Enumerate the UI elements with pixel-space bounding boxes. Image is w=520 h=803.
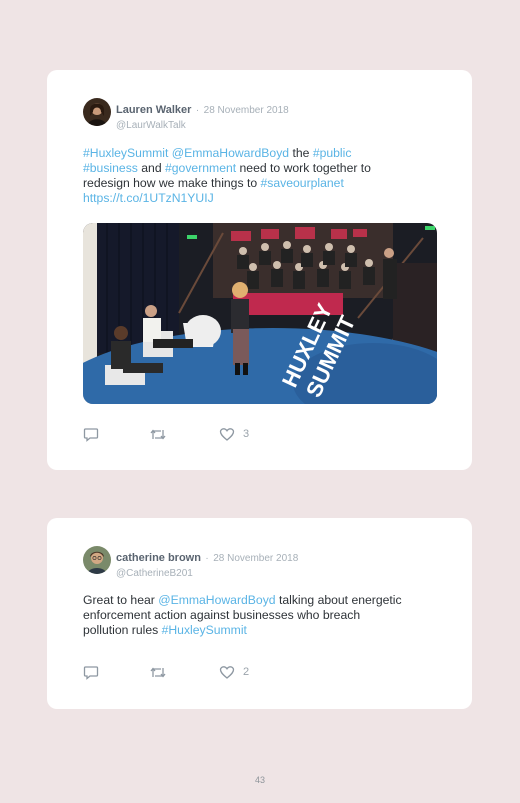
tweet-card: catherine brown · 28 November 2018 @Cath… [47, 518, 472, 709]
retweet-button[interactable] [149, 664, 167, 680]
hashtag-link[interactable]: #public [313, 146, 352, 160]
heart-icon [219, 427, 235, 442]
heart-icon [219, 665, 235, 680]
retweet-icon [149, 665, 167, 680]
author-handle[interactable]: @LaurWalkTalk [116, 120, 289, 131]
hashtag-link[interactable]: #government [165, 161, 236, 175]
text-span: redesign how we make things to [83, 176, 261, 190]
retweet-button[interactable] [149, 426, 167, 442]
hashtag-link[interactable]: #business [83, 161, 138, 175]
text-span: pollution rules [83, 623, 162, 637]
text-span: Great to hear [83, 593, 159, 607]
text-span: talking about energetic [275, 593, 402, 607]
like-count: 3 [243, 428, 250, 440]
page-number: 43 [254, 775, 265, 785]
hashtag-link[interactable]: #HuxleySummit @EmmaHowardBoyd [83, 146, 289, 160]
author-name[interactable]: catherine brown [116, 552, 201, 564]
url-link[interactable]: https://t.co/1UTzN1YUIJ [83, 191, 214, 205]
hashtag-link[interactable]: #HuxleySummit [162, 623, 247, 637]
tweet-photo[interactable]: HUXLEY SUMMIT [83, 223, 437, 404]
text-span: enforcement action against businesses wh… [83, 608, 361, 622]
tweet-text: #HuxleySummit @EmmaHowardBoyd the #publi… [83, 146, 443, 206]
tweet-date[interactable]: 28 November 2018 [204, 105, 289, 116]
tweet-date[interactable]: 28 November 2018 [213, 553, 298, 564]
mention-link[interactable]: @EmmaHowardBoyd [158, 593, 275, 607]
tweet-card: Lauren Walker · 28 November 2018 @LaurWa… [47, 70, 472, 470]
like-button[interactable]: 2 [219, 664, 249, 680]
separator: · [195, 105, 200, 116]
hashtag-link[interactable]: #saveourplanet [261, 176, 344, 190]
tweet-actions: 2 [83, 664, 443, 680]
avatar[interactable] [83, 98, 111, 126]
text-span: need to work together to [236, 161, 371, 175]
reply-icon [83, 665, 99, 680]
reply-button[interactable] [83, 664, 99, 680]
avatar[interactable] [83, 546, 111, 574]
author-name[interactable]: Lauren Walker [116, 104, 191, 116]
reply-button[interactable] [83, 426, 99, 442]
text-span: the [289, 146, 313, 160]
tweet-actions: 3 [83, 426, 443, 442]
like-button[interactable]: 3 [219, 426, 249, 442]
separator: · [205, 553, 209, 564]
author-handle[interactable]: @CatherineB201 [116, 568, 298, 579]
tweet-text: Great to hear @EmmaHowardBoyd talking ab… [83, 593, 443, 638]
reply-icon [83, 427, 99, 442]
like-count: 2 [243, 666, 250, 678]
text-span: and [137, 161, 165, 175]
retweet-icon [149, 427, 167, 442]
